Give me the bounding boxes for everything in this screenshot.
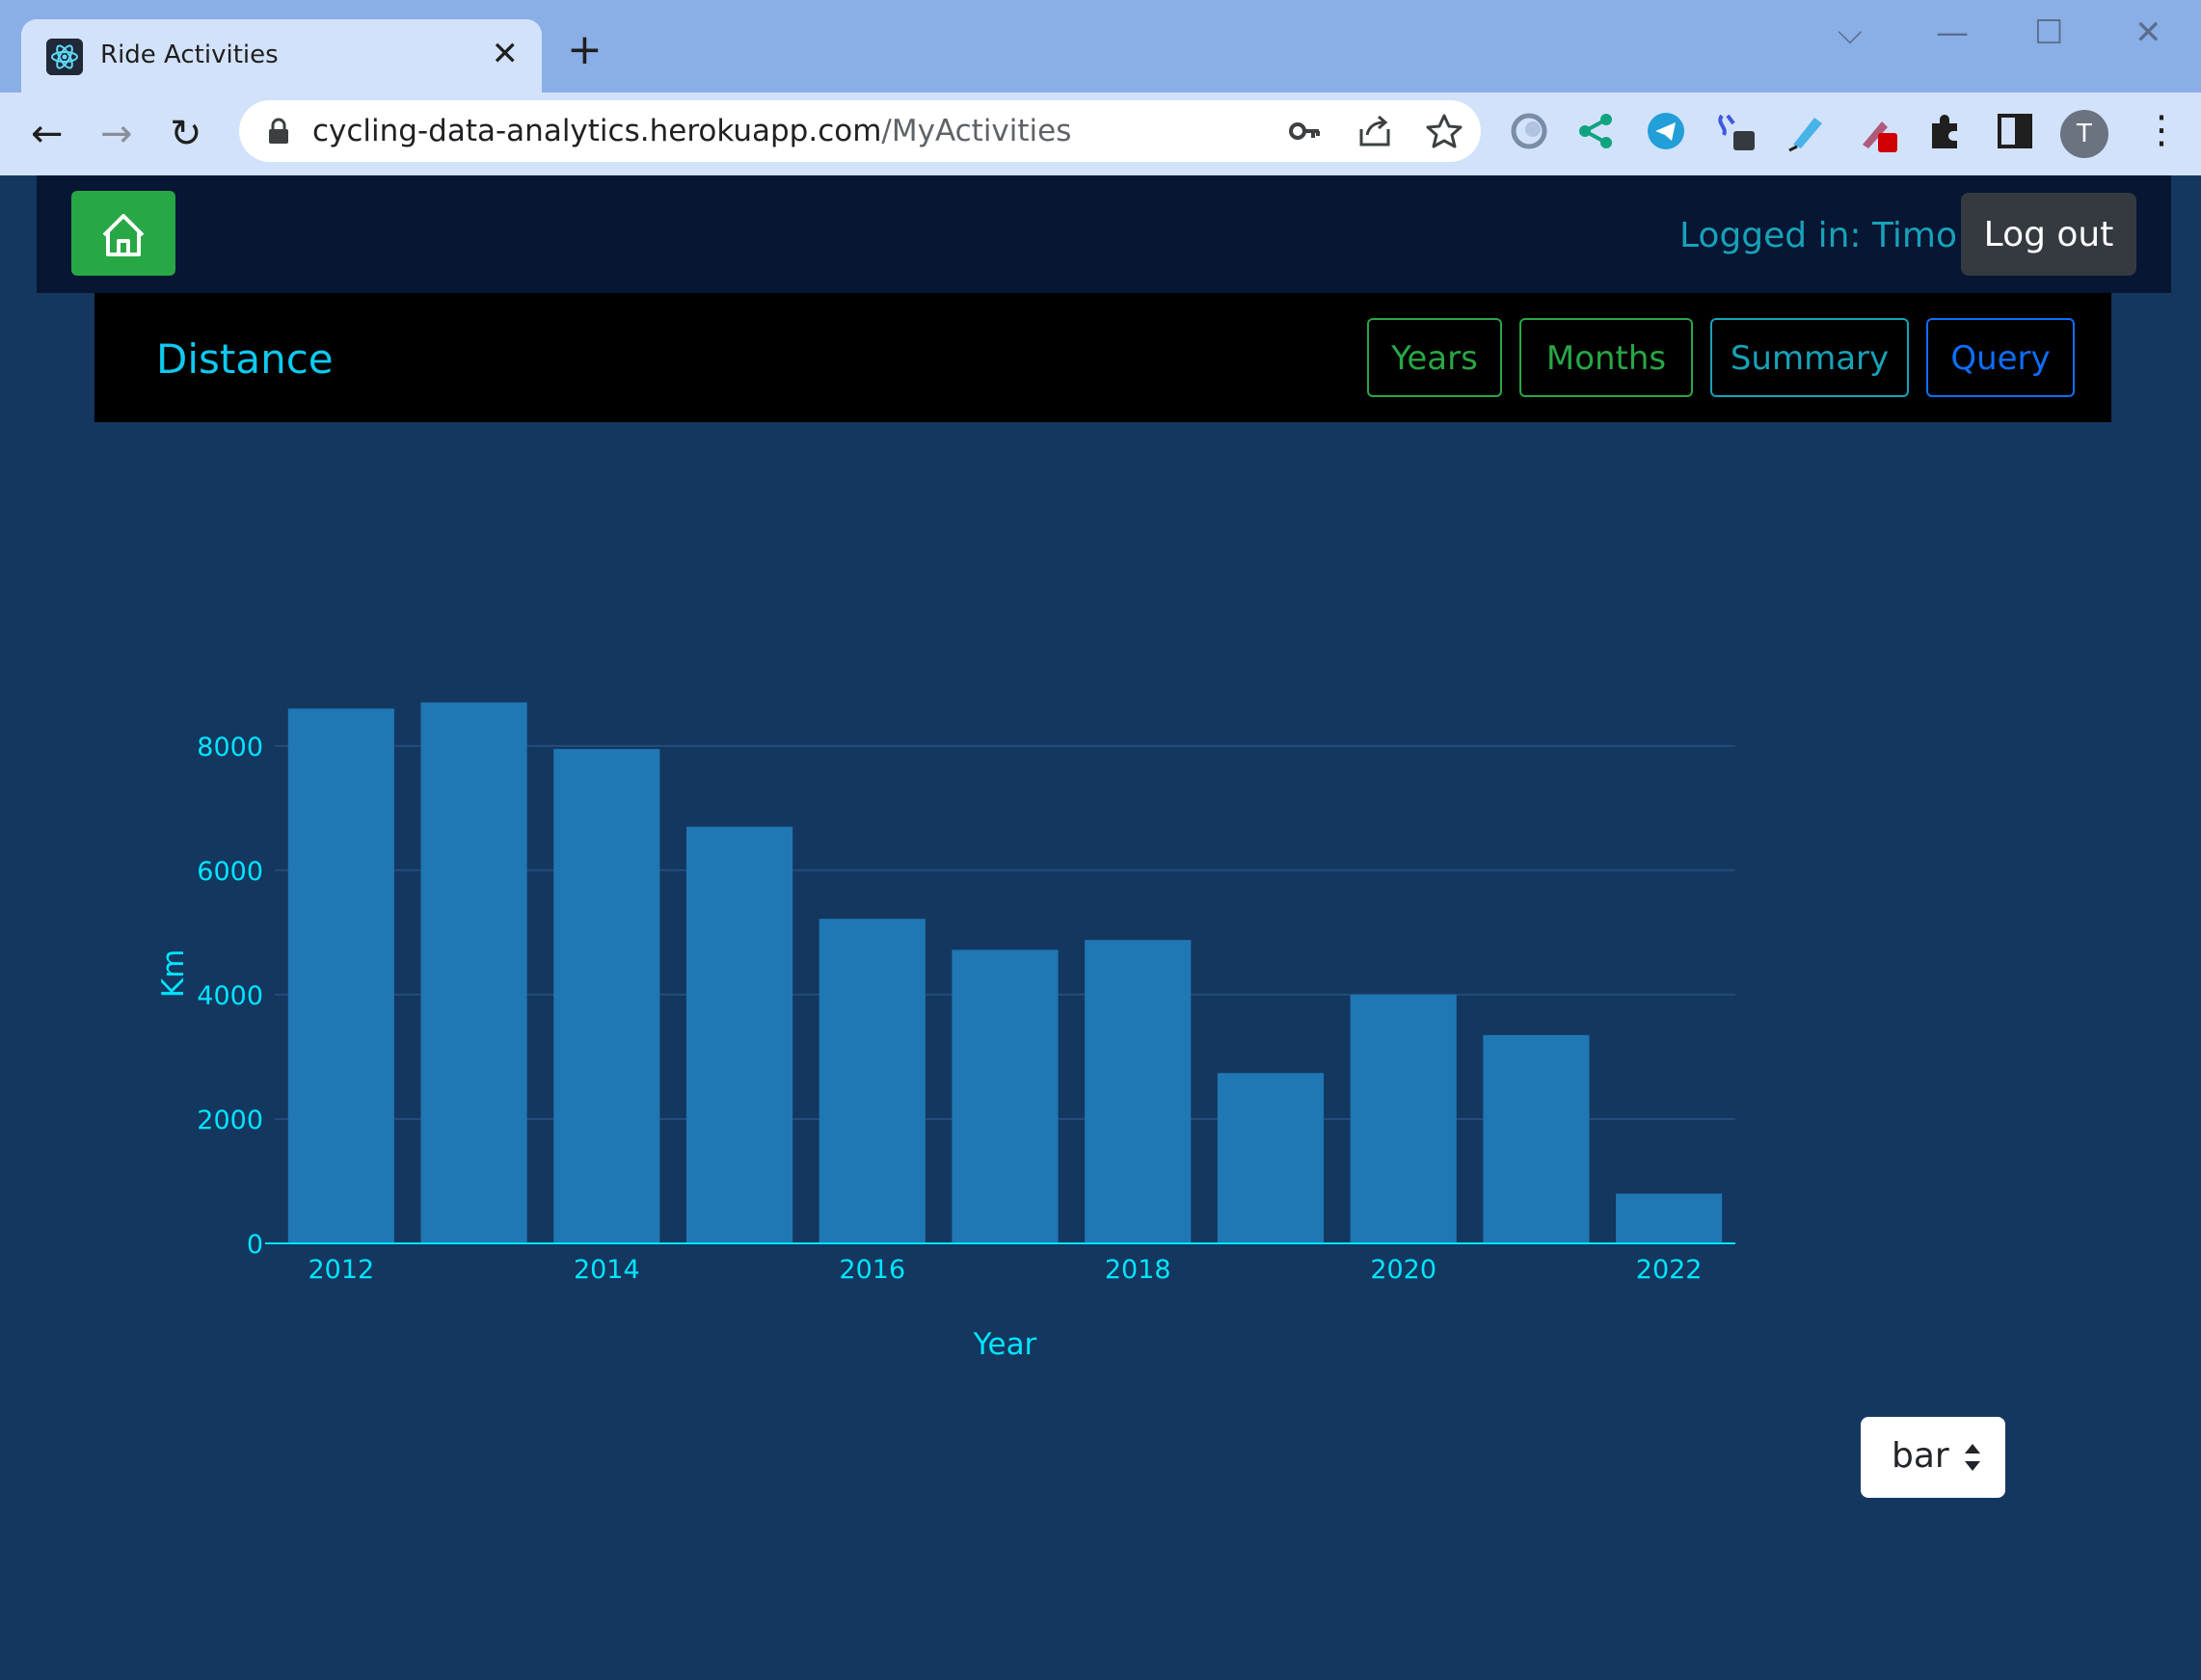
x-tick-label: 2018	[1105, 1255, 1171, 1285]
bar-2020	[1350, 994, 1457, 1243]
query-button[interactable]: Query	[1926, 318, 2075, 397]
forward-arrow-icon[interactable]: →	[100, 110, 133, 158]
link-extension-icon[interactable]	[1714, 110, 1757, 152]
share-nodes-extension-icon[interactable]	[1575, 110, 1618, 152]
x-tick-label: 2012	[309, 1255, 375, 1285]
share-icon[interactable]	[1355, 112, 1394, 150]
extension-circle-icon[interactable]	[1508, 110, 1550, 152]
address-bar[interactable]: cycling-data-analytics.herokuapp.com/MyA…	[239, 100, 1481, 162]
distance-bar-chart: 0 2000 4000 6000 8000 2012 2014 2016 2018 2020 202…	[156, 702, 1735, 1362]
bar-2013	[420, 702, 527, 1243]
browser-tab-strip: Ride Activities ✕ + ⌵ — ☐ ✕	[0, 0, 2201, 94]
y-axis-title: Km	[156, 949, 191, 999]
y-tick-label: 6000	[197, 857, 263, 887]
y-tick-label: 8000	[197, 733, 263, 762]
back-arrow-icon[interactable]: ←	[31, 110, 64, 158]
y-tick-label: 4000	[197, 981, 263, 1011]
url-host: cycling-data-analytics.herokuapp.com	[312, 114, 882, 148]
logged-in-status: Logged in: Timo	[1679, 216, 1957, 255]
app-navbar: Logged in: Timo Log out	[37, 175, 2171, 293]
tab-search-chevron-icon[interactable]: ⌵	[1838, 13, 1863, 52]
profile-avatar[interactable]: T	[2060, 110, 2108, 158]
key-icon[interactable]	[1286, 112, 1325, 150]
react-favicon-icon	[46, 39, 83, 75]
chart-type-select[interactable]: bar	[1861, 1417, 2005, 1498]
x-tick-label: 2022	[1636, 1255, 1703, 1285]
bar-2015	[685, 826, 793, 1243]
page-title: Distance	[156, 335, 334, 383]
bar-2019	[1217, 1073, 1325, 1243]
chart-bars	[287, 702, 1723, 1243]
x-tick-label: 2020	[1370, 1255, 1436, 1285]
url-text[interactable]: cycling-data-analytics.herokuapp.com/MyA…	[312, 112, 1071, 150]
years-button[interactable]: Years	[1367, 318, 1502, 397]
browser-tab[interactable]: Ride Activities ✕	[21, 19, 542, 94]
lock-icon	[269, 118, 288, 144]
bar-2018	[1085, 940, 1192, 1243]
x-axis-title: Year	[973, 1327, 1037, 1362]
tab-title: Ride Activities	[100, 40, 279, 69]
bookmark-star-icon[interactable]	[1425, 112, 1463, 150]
months-button[interactable]: Months	[1519, 318, 1693, 397]
y-tick-label: 0	[247, 1230, 263, 1260]
new-tab-button[interactable]: +	[567, 29, 603, 71]
window-close-icon[interactable]: ✕	[2134, 13, 2162, 52]
browser-menu-icon[interactable]: ⋮	[2142, 106, 2181, 154]
select-updown-icon	[1965, 1444, 1980, 1471]
reload-icon[interactable]: ↻	[170, 110, 202, 158]
bar-2014	[553, 749, 660, 1243]
browser-toolbar: ← → ↻ cycling-data-analytics.herokuapp.c…	[0, 93, 2201, 175]
logout-button[interactable]: Log out	[1961, 193, 2136, 276]
minimize-icon[interactable]: —	[1936, 13, 1969, 52]
bar-2022	[1616, 1193, 1723, 1243]
highlighter-icon[interactable]	[1785, 110, 1828, 152]
home-icon	[102, 214, 145, 256]
url-path: /MyActivities	[881, 114, 1072, 148]
y-tick-label: 2000	[197, 1106, 263, 1135]
bar-2017	[952, 949, 1059, 1243]
x-tick-label: 2016	[839, 1255, 905, 1285]
side-panel-icon[interactable]	[1994, 110, 2036, 152]
home-button[interactable]	[71, 191, 175, 276]
maximize-icon[interactable]: ☐	[2034, 13, 2063, 52]
telegram-icon[interactable]	[1645, 110, 1687, 152]
tab-close-icon[interactable]: ✕	[492, 35, 520, 73]
bar-2016	[819, 919, 926, 1243]
color-picker-icon[interactable]	[1857, 110, 1899, 152]
x-tick-label: 2014	[574, 1255, 640, 1285]
bar-2012	[287, 708, 394, 1243]
chart-type-value: bar	[1892, 1436, 1949, 1476]
extensions-puzzle-icon[interactable]	[1924, 110, 1967, 152]
bar-2021	[1483, 1034, 1590, 1243]
summary-button[interactable]: Summary	[1710, 318, 1909, 397]
distance-subnav: Distance Years Months Summary Query	[94, 293, 2111, 422]
